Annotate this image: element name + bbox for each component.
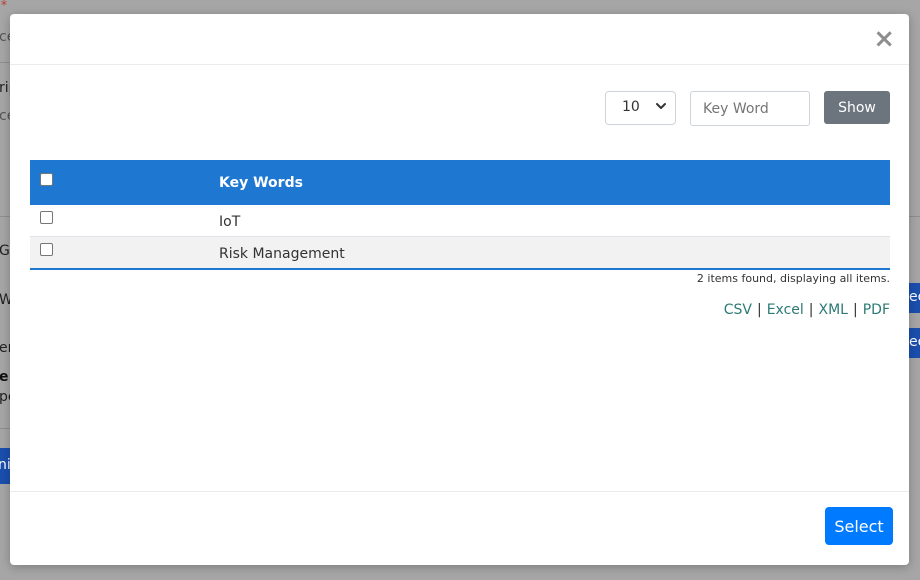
separator: | — [808, 302, 814, 318]
show-button[interactable]: Show — [824, 91, 890, 124]
bg-divider — [0, 62, 10, 63]
export-xml-link[interactable]: XML — [819, 302, 848, 318]
bg-divider — [0, 428, 10, 429]
items-found-text: 2 items found, displaying all items. — [696, 272, 890, 285]
page-size-value: 10 — [622, 99, 640, 115]
page-size-select[interactable]: 10 — [605, 91, 676, 125]
keyword-modal: × 10 Show Key Words IoT Risk Management … — [10, 14, 909, 565]
export-pdf-link[interactable]: PDF — [863, 302, 890, 318]
row-label: IoT — [219, 214, 241, 230]
export-csv-link[interactable]: CSV — [724, 302, 752, 318]
modal-body: 10 Show Key Words IoT Risk Management 2 … — [10, 65, 909, 491]
separator: | — [853, 302, 858, 318]
modal-footer: Select — [10, 491, 909, 565]
bg-button-fragment: ec — [909, 283, 920, 313]
table-header-row: Key Words — [30, 160, 890, 205]
select-all-checkbox[interactable] — [40, 173, 53, 186]
keyword-search-input[interactable] — [690, 91, 810, 126]
export-excel-link[interactable]: Excel — [767, 302, 804, 318]
bg-button-fragment: ec — [909, 328, 920, 358]
table-row[interactable]: Risk Management — [30, 237, 890, 270]
modal-header: × — [10, 14, 909, 65]
select-button[interactable]: Select — [825, 507, 893, 545]
bg-button-text: ec — [909, 334, 920, 350]
bg-button-fragment: ni — [0, 448, 11, 484]
bg-divider — [909, 216, 920, 217]
row-checkbox[interactable] — [40, 243, 53, 256]
bg-divider — [0, 216, 10, 217]
column-header-key-words: Key Words — [219, 175, 303, 191]
table-row[interactable]: IoT — [30, 205, 890, 237]
bg-required-asterisk: * — [1, 0, 7, 12]
export-links: CSV | Excel | XML | PDF — [724, 302, 890, 318]
separator: | — [756, 302, 762, 318]
bg-button-text: ec — [909, 289, 920, 305]
row-checkbox[interactable] — [40, 211, 53, 224]
close-icon[interactable]: × — [873, 26, 895, 52]
bg-text-fragment: G — [0, 243, 10, 259]
chevron-down-icon — [656, 103, 666, 109]
row-label: Risk Management — [219, 246, 345, 262]
